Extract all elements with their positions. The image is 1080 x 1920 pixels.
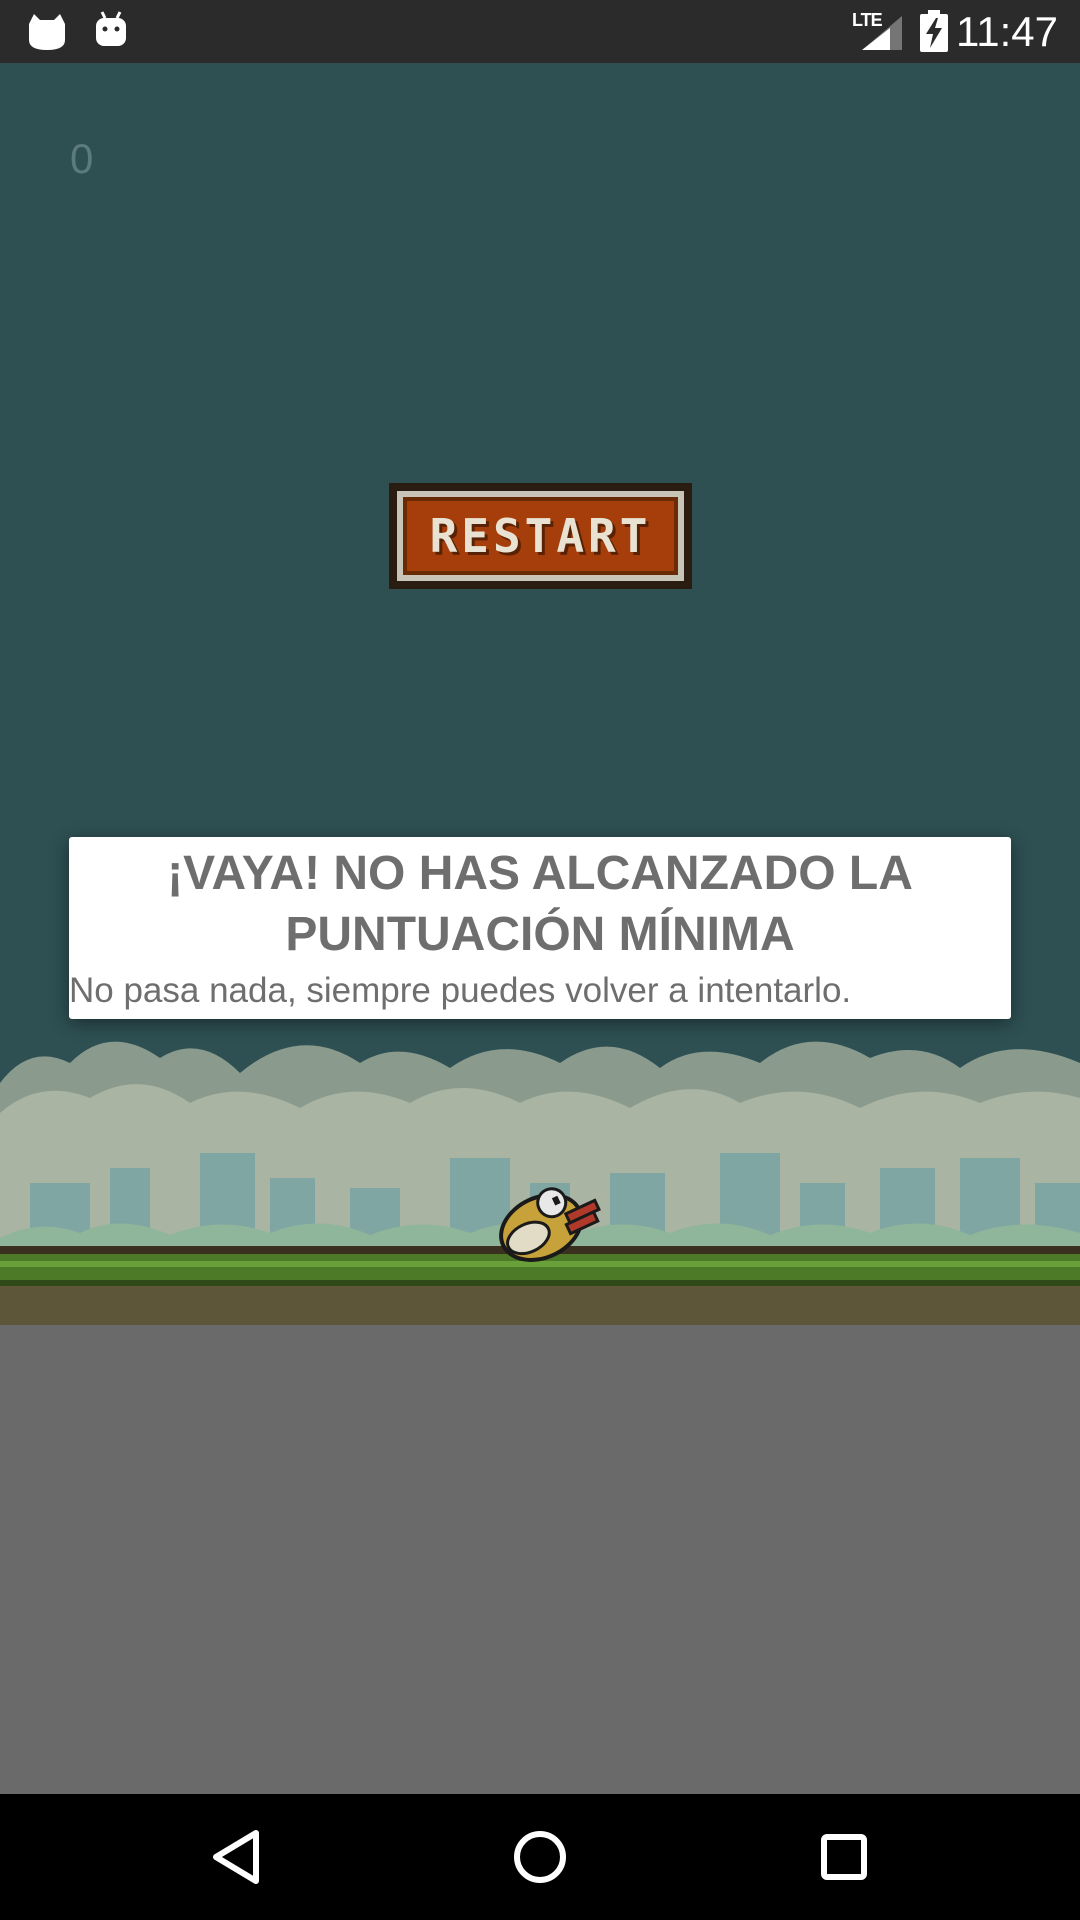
restart-label: RESTART — [429, 509, 652, 563]
home-button[interactable] — [505, 1822, 575, 1892]
dialog-title: ¡VAYA! NO HAS ALCANZADO LA PUNTUACIÓN MÍ… — [167, 847, 913, 961]
status-bar: LTE 11:47 — [0, 0, 1080, 63]
signal-icon — [862, 16, 902, 55]
home-icon — [514, 1831, 566, 1883]
battery-charging-icon — [920, 10, 948, 57]
recents-button[interactable] — [809, 1822, 879, 1892]
navigation-bar — [0, 1794, 1080, 1920]
back-button[interactable] — [201, 1822, 271, 1892]
clock: 11:47 — [956, 8, 1058, 55]
cat-notification-icon — [26, 10, 68, 57]
restart-button[interactable]: RESTART — [389, 483, 692, 589]
back-icon — [213, 1830, 259, 1884]
game-over-dialog[interactable]: ¡VAYA! NO HAS ALCANZADO LA PUNTUACIÓN MÍ… — [69, 837, 1011, 1019]
bird-sprite — [499, 1187, 601, 1262]
android-notification-icon — [94, 10, 128, 53]
recents-icon — [821, 1834, 867, 1880]
dialog-message: No pasa nada, siempre puedes volver a in… — [69, 971, 852, 1010]
score-counter: 0 — [70, 135, 94, 182]
game-canvas[interactable]: 0 RESTART — [0, 63, 1080, 1325]
